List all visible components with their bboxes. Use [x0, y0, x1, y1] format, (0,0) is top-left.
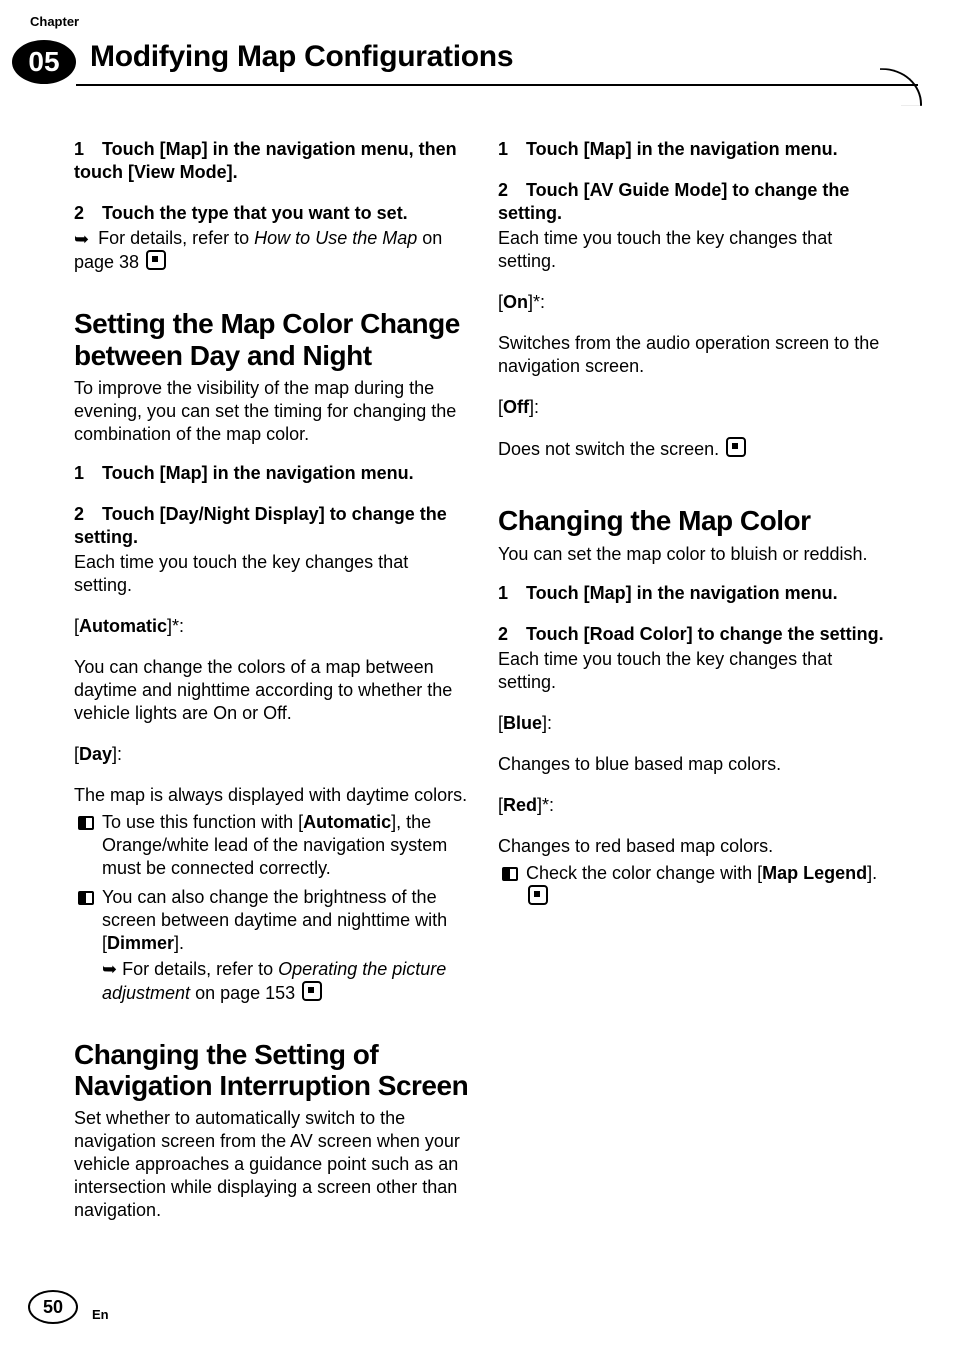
step-text: 2 Touch [Day/Night Display] to change th…: [74, 503, 470, 549]
body-columns: 1 Touch [Map] in the navigation menu, th…: [74, 138, 894, 1272]
section-lead: Set whether to automatically switch to t…: [74, 1107, 470, 1222]
chapter-label: Chapter: [30, 14, 79, 29]
section-end-icon: [146, 250, 166, 270]
crossref-text: For details, refer to: [98, 228, 254, 248]
body-text: Each time you touch the key changes that…: [498, 227, 894, 273]
note-bold: Automatic: [303, 812, 391, 832]
chapter-number-badge: 05: [12, 40, 76, 84]
chapter-title: Modifying Map Configurations: [90, 40, 513, 74]
crossref-arrow-icon: ➥: [74, 229, 89, 249]
note-text: ].: [174, 933, 184, 953]
chapter-header: Chapter 05 Modifying Map Configurations: [0, 34, 954, 92]
note-list: Check the color change with [Map Legend]…: [498, 862, 894, 909]
option-desc: Changes to red based map colors.: [498, 835, 894, 858]
left-column: 1 Touch [Map] in the navigation menu, th…: [74, 138, 470, 1272]
section-heading: Setting the Map Color Change between Day…: [74, 308, 470, 371]
step-text: 1 Touch [Map] in the navigation menu.: [74, 462, 470, 485]
note-text: To use this function with [: [102, 812, 303, 832]
section-end-icon: [302, 981, 322, 1001]
body-text: Each time you touch the key changes that…: [74, 551, 470, 597]
option-label: [Automatic]*:: [74, 615, 470, 638]
footer-language: En: [92, 1307, 109, 1322]
step-text: 2 Touch [Road Color] to change the setti…: [498, 623, 894, 646]
chapter-title-rule: [76, 84, 918, 86]
option-desc: Does not switch the screen.: [498, 437, 894, 461]
list-item: Check the color change with [Map Legend]…: [526, 862, 894, 909]
note-text: Check the color change with [: [526, 863, 762, 883]
step-text: 2 Touch the type that you want to set.: [74, 202, 470, 225]
crossref-text: For details, refer to: [122, 959, 278, 979]
section-lead: You can set the map color to bluish or r…: [498, 543, 894, 566]
section-lead: To improve the visibility of the map dur…: [74, 377, 470, 446]
list-item: You can also change the brightness of th…: [102, 886, 470, 1004]
note-list: To use this function with [Automatic], t…: [74, 811, 470, 1004]
option-label: [Off]:: [498, 396, 894, 419]
option-label: [Day]:: [74, 743, 470, 766]
crossref-arrow-icon: ➥: [102, 959, 117, 979]
option-desc: Switches from the audio operation screen…: [498, 332, 894, 378]
detail-crossref: ➥ For details, refer to How to Use the M…: [74, 227, 470, 274]
note-bold: Map Legend: [762, 863, 867, 883]
step-text: 1 Touch [Map] in the navigation menu.: [498, 138, 894, 161]
step-text: 1 Touch [Map] in the navigation menu, th…: [74, 138, 470, 184]
option-label: [On]*:: [498, 291, 894, 314]
step-text: 1 Touch [Map] in the navigation menu.: [498, 582, 894, 605]
section-heading: Changing the Setting of Navigation Inter…: [74, 1039, 470, 1102]
right-column: 1 Touch [Map] in the navigation menu. 2 …: [498, 138, 894, 1272]
option-desc: Changes to blue based map colors.: [498, 753, 894, 776]
section-end-icon: [528, 885, 548, 905]
crossref-text: on page 153: [190, 983, 295, 1003]
option-desc: You can change the colors of a map betwe…: [74, 656, 470, 725]
option-label: [Red]*:: [498, 794, 894, 817]
note-bold: Dimmer: [107, 933, 174, 953]
detail-crossref: ➥ For details, refer to Operating the pi…: [102, 958, 470, 1005]
page-footer: 50 En: [28, 1290, 109, 1324]
page-number: 50: [28, 1290, 78, 1324]
crossref-emph: How to Use the Map: [254, 228, 417, 248]
section-heading: Changing the Map Color: [498, 505, 894, 536]
body-text: Each time you touch the key changes that…: [498, 648, 894, 694]
section-end-icon: [726, 437, 746, 457]
list-item: To use this function with [Automatic], t…: [102, 811, 470, 880]
option-label: [Blue]:: [498, 712, 894, 735]
note-text: ].: [867, 863, 877, 883]
step-text: 2 Touch [AV Guide Mode] to change the se…: [498, 179, 894, 225]
option-desc: The map is always displayed with daytime…: [74, 784, 470, 807]
